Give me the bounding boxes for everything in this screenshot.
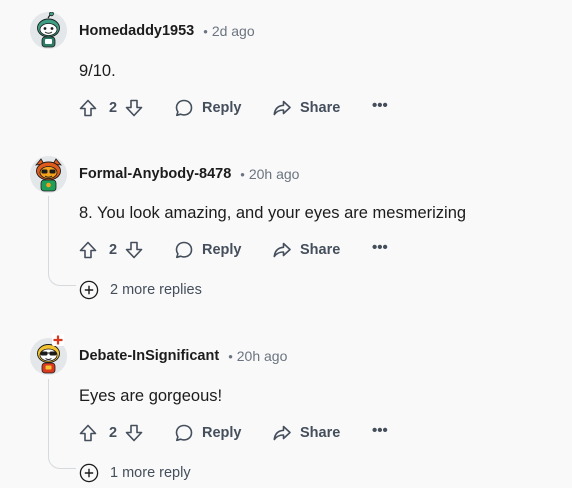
- more-replies-label: 1 more reply: [110, 465, 191, 481]
- flag-badge-icon: [52, 334, 64, 346]
- downvote-icon[interactable]: [124, 98, 144, 118]
- comment-meta: Homedaddy1953 • 2d ago: [79, 21, 255, 41]
- thread-connector: [48, 272, 76, 286]
- comment-bubble-icon: [175, 424, 193, 442]
- meta-separator: •: [203, 23, 208, 39]
- share-arrow-icon: [273, 100, 291, 116]
- comment-actions: 2 Reply Share •••: [78, 236, 408, 264]
- downvote-icon[interactable]: [124, 240, 144, 260]
- reply-label: Reply: [202, 100, 242, 116]
- overflow-dots-icon[interactable]: •••: [372, 239, 388, 256]
- meta-separator: •: [240, 166, 245, 182]
- timestamp[interactable]: 2d ago: [212, 23, 255, 39]
- reply-button[interactable]: Reply: [174, 423, 242, 443]
- timestamp[interactable]: 20h ago: [237, 348, 288, 364]
- user-avatar[interactable]: [30, 334, 67, 375]
- vote-count: 2: [109, 242, 118, 258]
- thread-line[interactable]: [48, 196, 49, 272]
- thread-line[interactable]: [48, 379, 49, 455]
- username-link[interactable]: Formal-Anybody-8478: [79, 166, 231, 182]
- snoo-avatar-icon: [30, 156, 67, 193]
- reply-label: Reply: [202, 425, 242, 441]
- upvote-icon[interactable]: [78, 423, 98, 443]
- share-button[interactable]: Share: [272, 423, 340, 443]
- timestamp[interactable]: 20h ago: [249, 166, 300, 182]
- comment-bubble-icon: [175, 99, 193, 117]
- user-avatar[interactable]: [30, 12, 67, 49]
- more-replies-button[interactable]: 1 more reply: [79, 462, 191, 484]
- user-avatar[interactable]: [30, 156, 67, 193]
- snoo-avatar-icon: [30, 12, 67, 49]
- share-button[interactable]: Share: [272, 98, 340, 118]
- more-replies-label: 2 more replies: [110, 282, 202, 298]
- comment-actions: 2 Reply Share •••: [78, 94, 408, 122]
- comment-bubble-icon: [175, 241, 193, 259]
- comment-actions: 2 Reply Share •••: [78, 419, 408, 447]
- meta-separator: •: [228, 348, 233, 364]
- comment-body: 9/10.: [79, 62, 116, 80]
- circle-plus-icon: [79, 463, 99, 483]
- vote-count: 2: [109, 100, 118, 116]
- share-button[interactable]: Share: [272, 240, 340, 260]
- comment-body: Eyes are gorgeous!: [79, 387, 223, 405]
- share-label: Share: [300, 100, 341, 116]
- username-link[interactable]: Debate-InSignificant: [79, 348, 219, 364]
- more-replies-button[interactable]: 2 more replies: [79, 279, 202, 301]
- circle-plus-icon: [79, 280, 99, 300]
- vote-count: 2: [109, 425, 118, 441]
- share-label: Share: [300, 425, 341, 441]
- downvote-icon[interactable]: [124, 423, 144, 443]
- reply-label: Reply: [202, 242, 242, 258]
- share-arrow-icon: [273, 425, 291, 441]
- overflow-dots-icon[interactable]: •••: [372, 97, 388, 114]
- comment-body: 8. You look amazing, and your eyes are m…: [79, 204, 467, 222]
- share-arrow-icon: [273, 242, 291, 258]
- share-label: Share: [300, 242, 341, 258]
- comment-meta: Debate-InSignificant • 20h ago: [79, 346, 287, 366]
- upvote-icon[interactable]: [78, 98, 98, 118]
- upvote-icon[interactable]: [78, 240, 98, 260]
- reply-button[interactable]: Reply: [174, 240, 242, 260]
- reply-button[interactable]: Reply: [174, 98, 242, 118]
- username-link[interactable]: Homedaddy1953: [79, 23, 194, 39]
- thread-connector: [48, 455, 76, 469]
- comment-meta: Formal-Anybody-8478 • 20h ago: [79, 164, 299, 184]
- overflow-dots-icon[interactable]: •••: [372, 422, 388, 439]
- comment-thread: Homedaddy1953 • 2d ago 9/10. 2 Reply Sha…: [0, 0, 572, 488]
